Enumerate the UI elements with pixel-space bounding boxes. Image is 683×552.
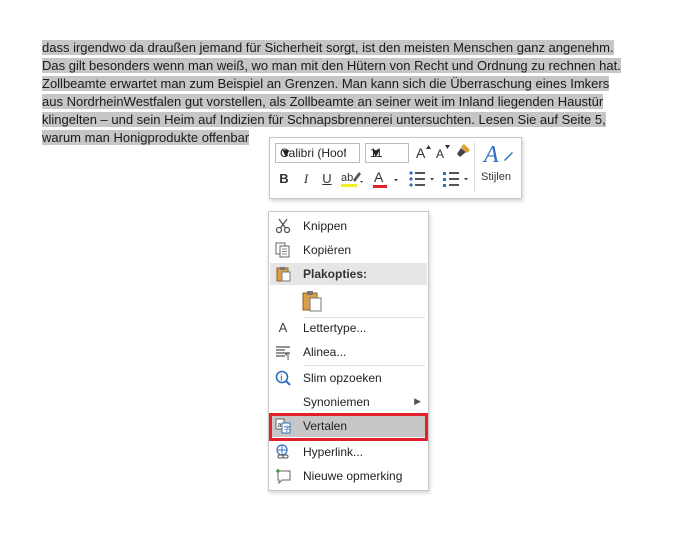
scissors-icon [275, 218, 291, 234]
highlighter-icon: ab [341, 172, 363, 187]
document-line[interactable]: Zollbeamte erwartet man zum Beispiel an … [42, 75, 652, 93]
paragraph-icon: ¶ [275, 344, 291, 361]
paintbrush-icon [457, 144, 470, 157]
menu-item-synonyms[interactable]: Synoniemen ▶ [270, 391, 427, 413]
menu-item-label: Hyperlink... [303, 445, 364, 459]
copy-icon [275, 242, 291, 258]
font-icon: A [278, 320, 288, 335]
svg-text:a: a [278, 422, 282, 429]
menu-item-label: Lettertype... [303, 321, 367, 335]
grow-font-icon: A [416, 145, 431, 161]
numbering-button[interactable] [442, 168, 472, 193]
menu-separator [303, 365, 425, 366]
styles-button[interactable]: A [482, 140, 514, 169]
clipboard-icon [275, 266, 291, 282]
menu-item-new-comment[interactable]: Nieuwe opmerking [270, 465, 427, 487]
document-line[interactable]: Das gilt besonders wenn man weiß, wo man… [42, 57, 652, 75]
translate-icon: a字 [275, 418, 291, 434]
chevron-down-icon[interactable]: ▼ [370, 146, 405, 160]
bold-button[interactable]: B [277, 171, 291, 186]
menu-item-label: Vertalen [303, 419, 348, 433]
menu-item-label: Alinea... [303, 345, 347, 359]
font-name-box[interactable]: Calibri (Hoofdte ▼ [275, 143, 360, 163]
bullets-button[interactable] [408, 168, 438, 193]
shrink-font-icon: A [436, 145, 450, 161]
selected-text[interactable]: Das gilt besonders wenn man weiß, wo man… [42, 58, 621, 73]
selected-text[interactable]: aus NordrheinWestfalen gut vorstellen, a… [42, 94, 604, 109]
new-comment-icon [275, 468, 291, 485]
highlight-color-button[interactable]: ab [340, 168, 366, 193]
document-line[interactable]: klingelten – und sein Heim auf Indizien … [42, 111, 652, 129]
menu-header-paste-options: Plakopties: [270, 263, 427, 285]
svg-text:A: A [416, 145, 426, 161]
italic-button[interactable]: I [299, 171, 313, 187]
font-color-letter: A [374, 169, 384, 185]
menu-item-smart-lookup[interactable]: i Slim opzoeken [270, 367, 427, 389]
svg-text:字: 字 [284, 424, 291, 433]
selected-text[interactable]: klingelten – und sein Heim auf Indizien … [42, 112, 606, 127]
selected-text[interactable]: dass irgendwo da draußen jemand für Sich… [42, 40, 614, 55]
document-body[interactable]: dass irgendwo da draußen jemand für Sich… [42, 39, 652, 147]
menu-item-label: Knippen [303, 219, 348, 233]
chevron-down-icon[interactable]: ▼ [280, 146, 346, 160]
selected-text[interactable]: Zollbeamte erwartet man zum Beispiel an … [42, 76, 610, 91]
menu-item-translate[interactable]: a字 Vertalen [270, 415, 427, 437]
mini-toolbar: Calibri (Hoofdte ▼ 11 ▼ A A A Stijlen B … [269, 137, 522, 199]
hyperlink-icon [275, 444, 291, 460]
document-line[interactable]: aus NordrheinWestfalen gut vorstellen, a… [42, 93, 652, 111]
svg-text:A: A [482, 142, 499, 166]
menu-item-paragraph[interactable]: ¶ Alinea... [270, 341, 427, 363]
toolbar-separator [474, 142, 475, 192]
menu-item-copy[interactable]: Kopiëren [270, 239, 427, 261]
shrink-font-button[interactable]: A [435, 143, 451, 164]
svg-text:ab: ab [341, 172, 353, 184]
font-color-button[interactable]: A [370, 168, 400, 193]
smart-lookup-icon: i [275, 370, 291, 386]
paste-option-keep-text[interactable] [270, 288, 427, 314]
svg-text:¶: ¶ [285, 351, 290, 360]
document-line[interactable]: dass irgendwo da draußen jemand für Sich… [42, 39, 652, 57]
menu-item-label: Nieuwe opmerking [303, 469, 403, 483]
menu-item-hyperlink[interactable]: Hyperlink... [270, 441, 427, 463]
menu-item-label: Synoniemen [303, 395, 370, 409]
menu-separator [303, 439, 425, 440]
selected-text[interactable]: warum man Honigprodukte offenbar [42, 130, 250, 145]
grow-font-button[interactable]: A [415, 143, 431, 164]
bullet-list-icon [409, 171, 434, 187]
styles-icon: A [482, 142, 513, 168]
context-menu: Knippen Kopiëren Plakopties: A Lettertyp… [268, 211, 429, 491]
menu-item-cut[interactable]: Knippen [270, 215, 427, 237]
numbered-list-icon [443, 172, 468, 187]
font-size-box[interactable]: 11 ▼ [365, 143, 409, 163]
paste-keep-text-icon [301, 290, 323, 312]
menu-item-label: Plakopties: [303, 267, 368, 281]
menu-item-label: Slim opzoeken [303, 371, 382, 385]
menu-item-label: Kopiëren [303, 243, 352, 257]
chevron-right-icon: ▶ [414, 396, 421, 406]
styles-label: Stijlen [481, 171, 511, 183]
format-painter-button[interactable] [454, 142, 472, 163]
svg-text:i: i [280, 374, 282, 383]
underline-button[interactable]: U [320, 171, 334, 186]
menu-item-font[interactable]: A Lettertype... [270, 317, 427, 339]
svg-text:A: A [436, 147, 444, 161]
